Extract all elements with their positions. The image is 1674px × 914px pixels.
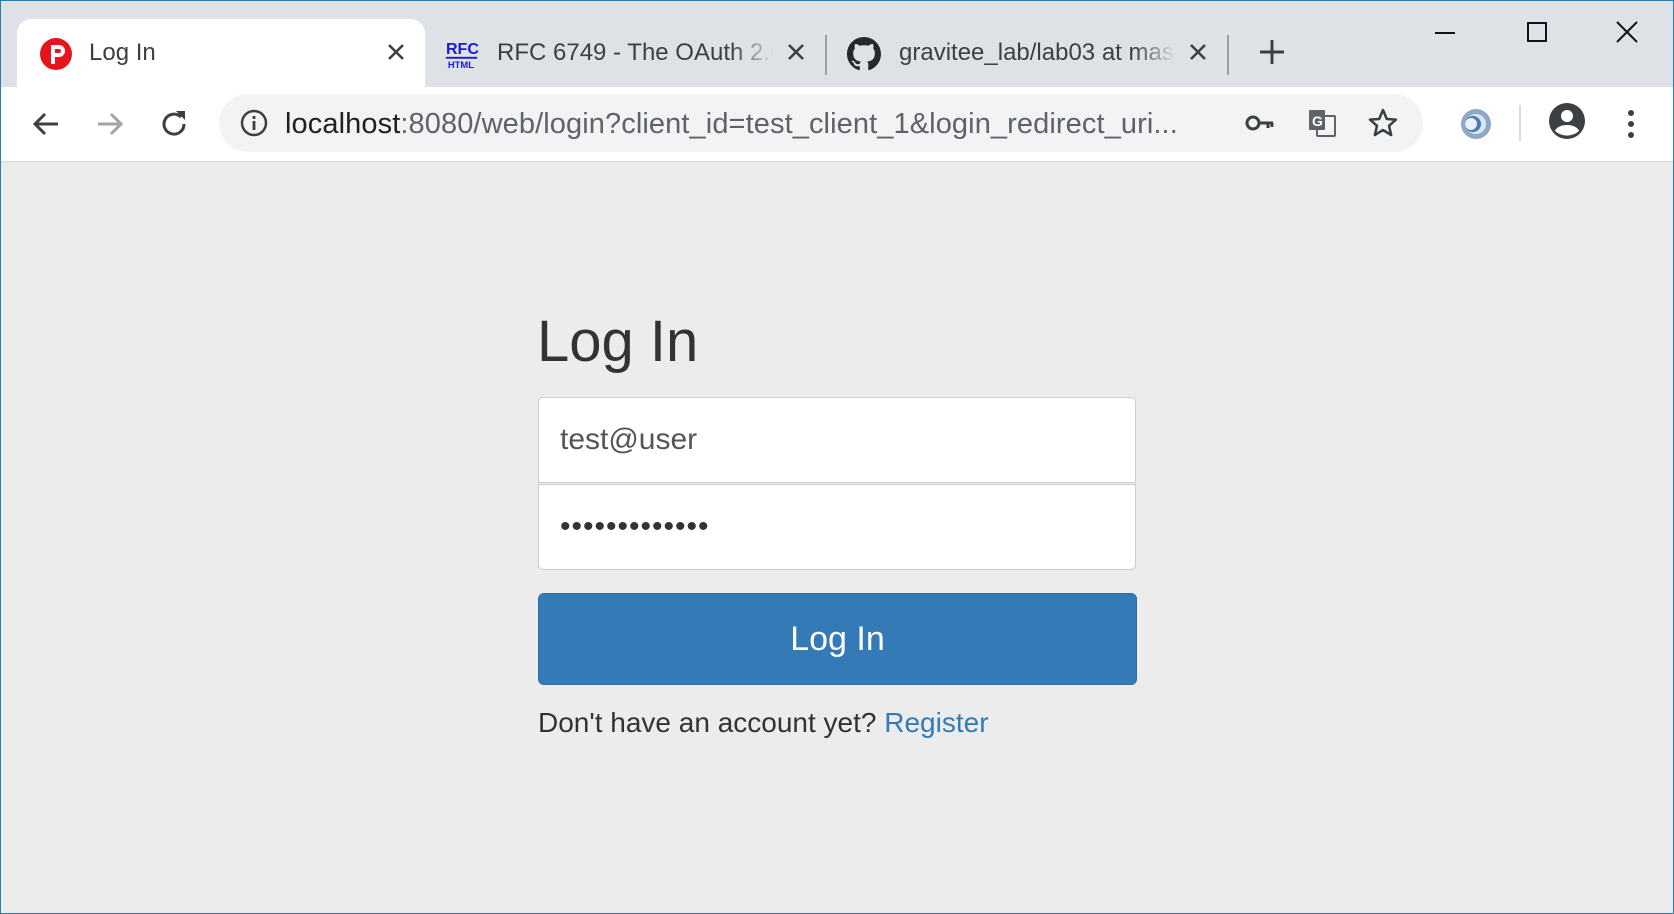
more-menu-icon[interactable]	[1611, 104, 1651, 144]
info-icon[interactable]	[237, 106, 271, 140]
tab-title: gravitee_lab/lab03 at master	[899, 39, 1175, 66]
github-icon	[847, 37, 881, 71]
tab-github[interactable]: gravitee_lab/lab03 at master	[827, 19, 1227, 87]
close-icon[interactable]	[383, 39, 409, 65]
password-input[interactable]: •••••••••••••	[538, 484, 1136, 570]
rfc-html-icon: RFC HTML	[445, 40, 479, 71]
url-path: :8080/web/login?client_id=test_client_1&…	[400, 108, 1178, 140]
register-link[interactable]: Register	[884, 707, 988, 738]
url-host: localhost	[285, 108, 401, 140]
browser-window: Log In RFC HTML RFC 6749 - The OAuth 2.0…	[0, 0, 1674, 914]
username-value: test@user	[560, 423, 698, 456]
register-prompt: Don't have an account yet?	[538, 707, 877, 738]
extension-icon[interactable]	[1453, 101, 1499, 147]
rfc-favicon-bottom: HTML	[448, 60, 474, 71]
close-icon[interactable]	[1185, 39, 1211, 65]
tab-title: RFC 6749 - The OAuth 2.0	[497, 39, 773, 66]
page-title: Log In	[537, 309, 699, 374]
rfc-favicon-top: RFC	[446, 40, 479, 58]
toolbar-separator	[1519, 105, 1521, 141]
forward-arrow-icon[interactable]	[90, 104, 130, 144]
key-icon[interactable]	[1243, 106, 1277, 140]
browser-toolbar: localhost:8080/web/login?client_id=test_…	[1, 87, 1673, 162]
tab-login[interactable]: Log In	[17, 19, 425, 87]
translate-icon[interactable]: G	[1305, 106, 1339, 140]
minimize-icon[interactable]	[1425, 15, 1465, 51]
reload-icon[interactable]	[154, 104, 194, 144]
url-text: localhost:8080/web/login?client_id=test_…	[285, 108, 1178, 141]
password-value: •••••••••••••	[560, 510, 710, 543]
new-tab-plus-icon[interactable]	[1257, 37, 1287, 67]
bookmark-star-icon[interactable]	[1366, 106, 1400, 140]
tab-separator	[1227, 35, 1229, 75]
login-button[interactable]: Log In	[538, 593, 1137, 685]
svg-text:G: G	[1312, 113, 1323, 129]
page-content: Log In test@user ••••••••••••• Log In Do…	[1, 162, 1673, 913]
tab-rfc[interactable]: RFC HTML RFC 6749 - The OAuth 2.0	[425, 19, 825, 87]
maximize-icon[interactable]	[1517, 15, 1557, 51]
register-prompt-line: Don't have an account yet? Register	[538, 707, 989, 739]
back-arrow-icon[interactable]	[26, 104, 66, 144]
address-bar[interactable]: localhost:8080/web/login?client_id=test_…	[219, 94, 1423, 152]
tab-strip: Log In RFC HTML RFC 6749 - The OAuth 2.0…	[1, 1, 1673, 87]
profile-avatar-icon[interactable]	[1545, 99, 1589, 143]
close-icon[interactable]	[783, 39, 809, 65]
window-close-icon[interactable]	[1607, 15, 1647, 51]
username-input[interactable]: test@user	[538, 397, 1136, 483]
p-logo-icon	[40, 38, 72, 70]
tab-title: Log In	[89, 39, 156, 66]
